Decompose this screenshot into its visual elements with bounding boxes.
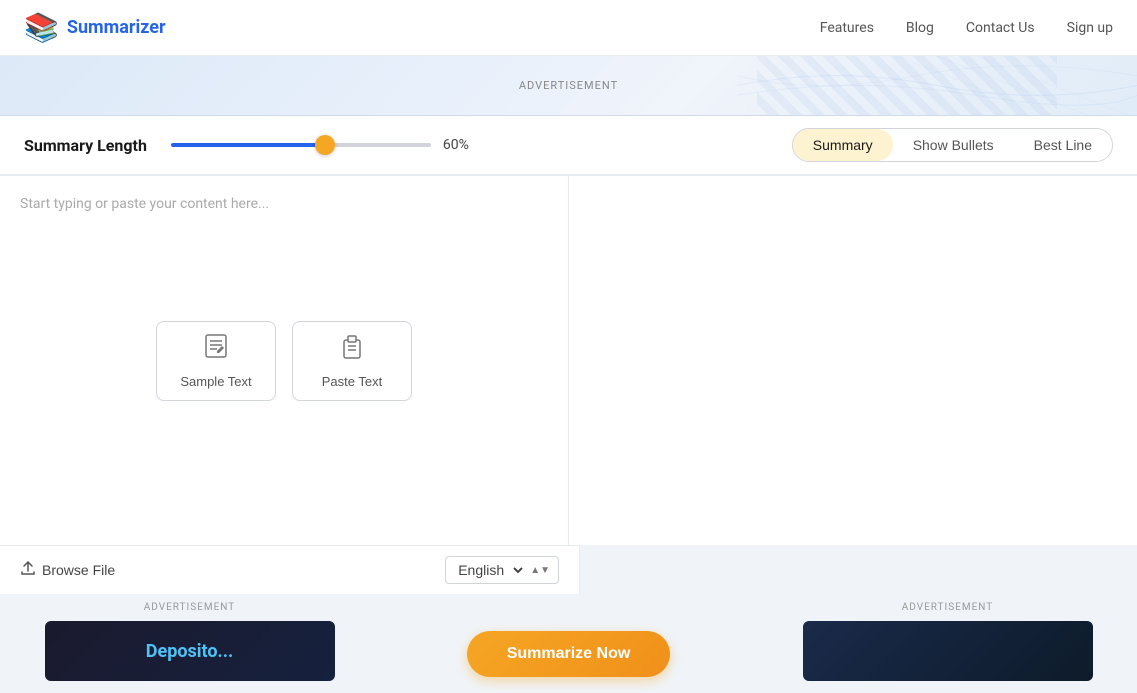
navbar: 📚 Summarizer Features Blog Contact Us Si… [0,0,1137,56]
bottom-ad-right: ADVERTISEMENT [758,598,1137,685]
bottom-section: ADVERTISEMENT Deposito... Summarize Now … [0,594,1137,693]
ad-label: ADVERTISEMENT [519,79,618,92]
sample-text-label: Sample Text [180,374,251,389]
output-pane [569,176,1137,545]
summarize-now-button[interactable]: Summarize Now [467,631,671,677]
summary-length-label: Summary Length [24,136,147,155]
file-toolbar: Browse File English Spanish French Germa… [0,545,580,594]
paste-text-label: Paste Text [322,374,382,389]
brand-logo[interactable]: 📚 Summarizer [24,11,166,44]
quick-action-buttons: Sample Text Paste Text [136,301,432,421]
sample-text-icon [202,332,230,366]
top-ad-banner: ADVERTISEMENT [0,56,1137,116]
tab-show-bullets[interactable]: Show Bullets [893,129,1014,161]
signup-link[interactable]: Sign up [1067,20,1113,36]
summary-length-slider[interactable] [171,143,431,147]
settings-toolbar: Summary Length 60% Summary Show Bullets … [0,116,1137,175]
tab-summary[interactable]: Summary [793,129,893,161]
browse-file-button[interactable]: Browse File [20,560,115,581]
logo-icon: 📚 [24,11,59,44]
chevron-down-icon: ▲▼ [530,565,550,576]
tab-best-line[interactable]: Best Line [1014,129,1112,161]
paste-text-button[interactable]: Paste Text [292,321,412,401]
nav-contact[interactable]: Contact Us [966,20,1035,36]
slider-container: 60% [171,137,511,153]
language-dropdown[interactable]: English Spanish French German Chinese [454,561,526,579]
slider-value-display: 60% [443,137,481,153]
ad-image-left: Deposito... [45,621,335,681]
bottom-ad-left-label: ADVERTISEMENT [144,598,235,617]
nav-links: Features Blog Contact Us [820,20,1035,36]
paste-text-icon [338,332,366,366]
view-tab-group: Summary Show Bullets Best Line [792,128,1113,162]
upload-icon [20,560,36,581]
brand-name: Summarizer [67,17,166,38]
input-pane: Sample Text Paste Text [0,176,569,545]
summarize-section: Summarize Now [379,598,758,685]
browse-file-label: Browse File [42,562,115,578]
main-content: Sample Text Paste Text [0,175,1137,545]
nav-blog[interactable]: Blog [906,20,934,36]
ad-image-right [803,621,1093,681]
bottom-ad-left: ADVERTISEMENT Deposito... [0,598,379,685]
bottom-ad-right-label: ADVERTISEMENT [902,598,993,617]
nav-features[interactable]: Features [820,20,874,36]
sample-text-button[interactable]: Sample Text [156,321,276,401]
language-selector[interactable]: English Spanish French German Chinese ▲▼ [445,556,559,584]
